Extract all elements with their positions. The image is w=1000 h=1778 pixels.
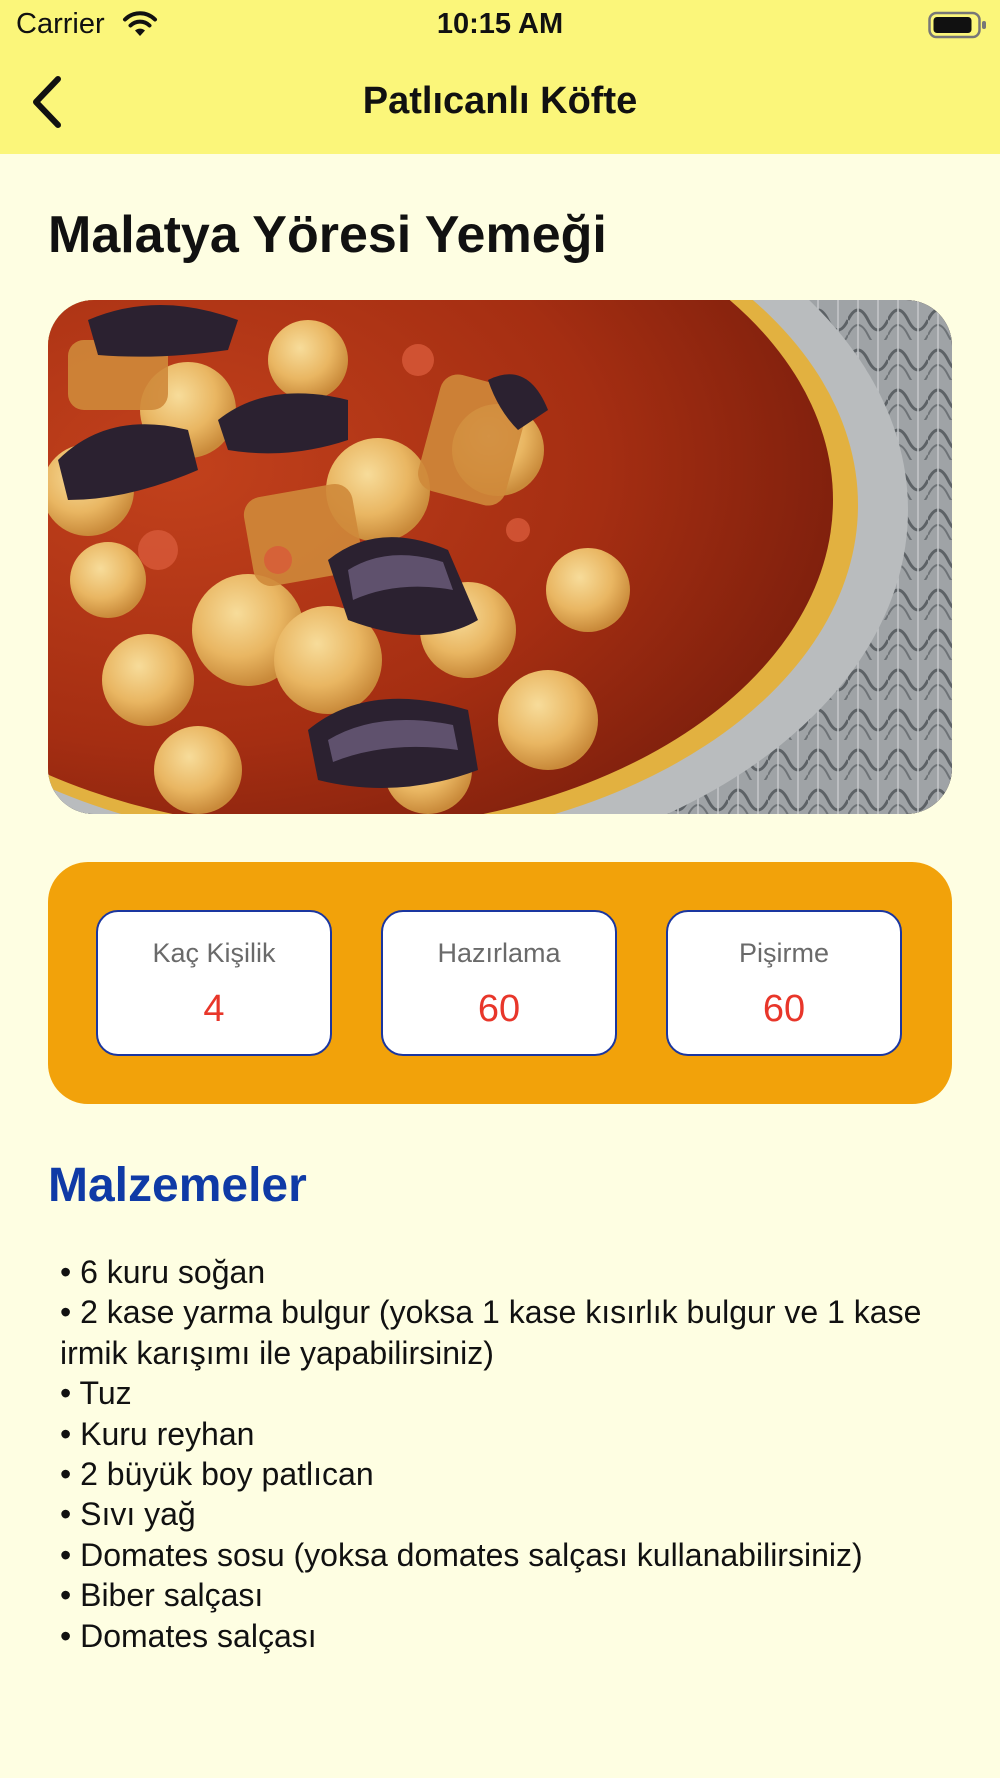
list-item: Biber salçası bbox=[60, 1575, 940, 1615]
status-bar: Carrier 10:15 AM bbox=[0, 0, 1000, 50]
list-item: Sıvı yağ bbox=[60, 1494, 940, 1534]
info-panel: Kaç Kişilik 4 Hazırlama 60 Pişirme 60 bbox=[48, 862, 952, 1104]
cook-time-label: Pişirme bbox=[738, 938, 829, 968]
list-item: Tuz bbox=[60, 1373, 940, 1413]
cook-time-value: 60 bbox=[762, 988, 806, 1030]
dish-photo-illustration bbox=[48, 300, 952, 814]
prep-time-card: Hazırlama 60 bbox=[381, 910, 617, 1056]
header: Carrier 10:15 AM Patlıcanlı Köfte bbox=[0, 0, 1000, 154]
list-item: 2 büyük boy patlıcan bbox=[60, 1454, 940, 1494]
list-item: Domates salçası bbox=[60, 1616, 940, 1656]
cook-time-card: Pişirme 60 bbox=[666, 910, 902, 1056]
battery-icon bbox=[928, 11, 986, 39]
navigation-bar: Patlıcanlı Köfte bbox=[0, 50, 1000, 154]
servings-card: Kaç Kişilik 4 bbox=[96, 910, 332, 1056]
list-item: Domates sosu (yoksa domates salçası kull… bbox=[60, 1535, 940, 1575]
ingredients-list: 6 kuru soğan 2 kase yarma bulgur (yoksa … bbox=[60, 1252, 940, 1656]
dish-photo bbox=[48, 300, 952, 814]
servings-value: 4 bbox=[203, 988, 225, 1030]
clock: 10:15 AM bbox=[436, 8, 564, 40]
page-title: Patlıcanlı Köfte bbox=[362, 80, 638, 122]
servings-label: Kaç Kişilik bbox=[152, 938, 276, 968]
list-item: 6 kuru soğan bbox=[60, 1252, 940, 1292]
prep-time-label: Hazırlama bbox=[437, 938, 561, 968]
ingredients-title: Malzemeler bbox=[48, 1159, 307, 1212]
region-title: Malatya Yöresi Yemeği bbox=[48, 206, 607, 264]
list-item: Kuru reyhan bbox=[60, 1414, 940, 1454]
list-item: 2 kase yarma bulgur (yoksa 1 kase kısırl… bbox=[60, 1292, 940, 1373]
prep-time-value: 60 bbox=[477, 988, 521, 1030]
